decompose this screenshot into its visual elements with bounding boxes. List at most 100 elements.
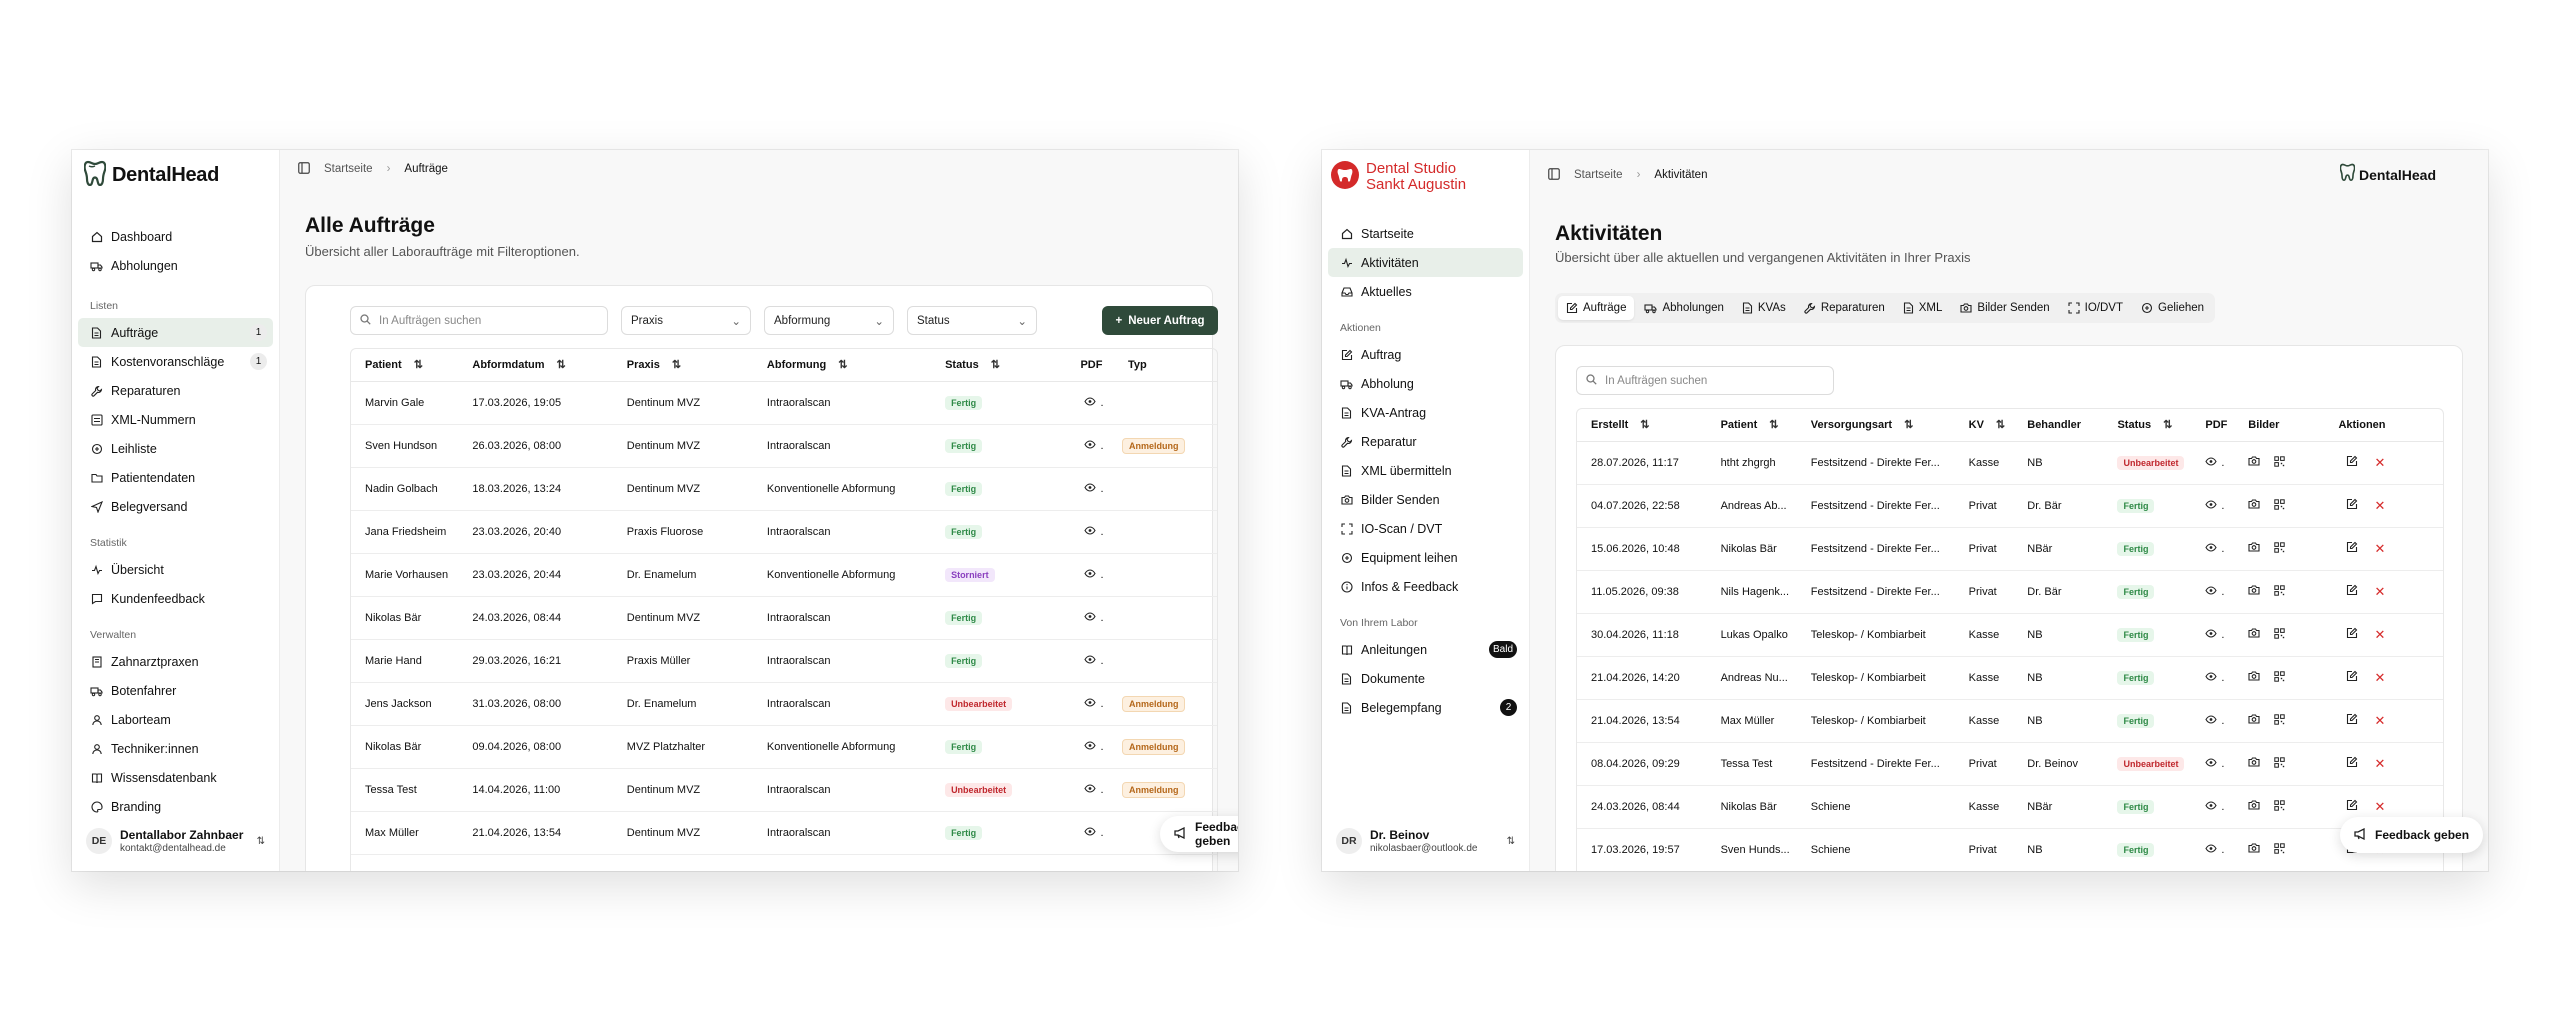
table-row[interactable]: Nikolas Bär 09.04.2026, 08:00 MVZ Platzhal…	[351, 725, 1217, 769]
column-header-versorgungsart[interactable]: Versorgungsart ⇅	[1804, 409, 1963, 442]
table-row[interactable]: 24.03.2026, 08:44 Nikolas Bär Schiene Kasse…	[1577, 785, 2443, 829]
camera-icon[interactable]	[2248, 713, 2260, 725]
breadcrumb-home[interactable]: Startseite	[324, 163, 373, 175]
table-row[interactable]: Jana Friedsheim 23.03.2026, 20:40 Praxis F…	[351, 510, 1217, 554]
table-row[interactable]: Marvin Gale 17.03.2026, 19:05 Dentinum MVZ…	[351, 381, 1217, 425]
eye-icon[interactable]	[1084, 697, 1097, 707]
camera-icon[interactable]	[2248, 627, 2260, 639]
tab-kvas[interactable]: KVAs	[1734, 296, 1794, 320]
table-row[interactable]: 21.04.2026, 13:54 Max Müller Teleskop- / K…	[1577, 699, 2443, 743]
sidebar-toggle-icon[interactable]	[1548, 167, 1560, 183]
camera-icon[interactable]	[2248, 670, 2260, 682]
camera-icon[interactable]	[2248, 541, 2260, 553]
edit-icon[interactable]	[2346, 541, 2358, 553]
eye-icon[interactable]	[2205, 628, 2218, 638]
table-row[interactable]: 17.03.2026, 19:57 Sven Hunds... Schiene Pri…	[1577, 828, 2443, 871]
eye-icon[interactable]	[1084, 740, 1097, 750]
column-header-patient[interactable]: Patient ⇅	[351, 349, 467, 382]
sidebar-item-dashboard[interactable]: Dashboard	[78, 222, 273, 251]
qr-code-icon[interactable]	[2274, 585, 2285, 596]
table-row[interactable]: Sven Hundson 26.03.2026, 08:00 Dentinum MV…	[351, 424, 1217, 468]
sidebar-item-techniker-innen[interactable]: Techniker:innen	[78, 734, 273, 763]
qr-code-icon[interactable]	[2274, 628, 2285, 639]
delete-icon[interactable]: ✕	[2374, 756, 2385, 771]
camera-icon[interactable]	[2248, 756, 2260, 768]
edit-icon[interactable]	[2346, 670, 2358, 682]
table-row[interactable]: 08.04.2026, 09:29 Tessa Test Festsitzend -…	[1577, 742, 2443, 786]
eye-icon[interactable]	[1084, 482, 1097, 492]
sidebar-item-anleitungen[interactable]: Anleitungen Bald	[1328, 635, 1523, 664]
sidebar-item-aktivitaeten[interactable]: Aktivitäten	[1328, 248, 1523, 277]
sidebar-item-wissensdatenbank[interactable]: Wissensdatenbank	[78, 763, 273, 792]
sidebar-item-xml-uebermitteln[interactable]: XML übermitteln	[1328, 456, 1523, 485]
delete-icon[interactable]: ✕	[2374, 455, 2385, 470]
sidebar-item-belegversand[interactable]: Belegversand	[78, 492, 273, 521]
qr-code-icon[interactable]	[2274, 757, 2285, 768]
eye-icon[interactable]	[2205, 714, 2218, 724]
tab-bilder-senden[interactable]: Bilder Senden	[1952, 296, 2057, 320]
sidebar-item-belegempfang[interactable]: Belegempfang 2	[1328, 693, 1523, 722]
filter-praxis[interactable]: Praxis ⌄	[621, 306, 751, 335]
feedback-button[interactable]: Feedback geben	[1160, 816, 1238, 852]
delete-icon[interactable]: ✕	[2374, 799, 2385, 814]
table-row[interactable]: Jens Jackson 31.03.2026, 08:00 Dr. Enamelu…	[351, 682, 1217, 726]
sidebar-item-bilder-senden[interactable]: Bilder Senden	[1328, 485, 1523, 514]
delete-icon[interactable]: ✕	[2374, 713, 2385, 728]
sidebar-item-equipment-leihen[interactable]: Equipment leihen	[1328, 543, 1523, 572]
camera-icon[interactable]	[2248, 842, 2260, 854]
sidebar-item-auftrag[interactable]: Auftrag	[1328, 340, 1523, 369]
qr-code-icon[interactable]	[2274, 800, 2285, 811]
brand-logo[interactable]: Dental Studio Sankt Augustin	[1322, 150, 1529, 204]
brand-logo[interactable]: DentalHead	[72, 150, 279, 200]
table-row[interactable]: Marie Hand 29.03.2026, 16:21 Praxis Müller…	[351, 639, 1217, 683]
sidebar-item-startseite[interactable]: Startseite	[1328, 219, 1523, 248]
sidebar-item-uebersicht[interactable]: Übersicht	[78, 555, 273, 584]
eye-icon[interactable]	[1084, 611, 1097, 621]
edit-icon[interactable]	[2346, 799, 2358, 811]
column-header-praxis[interactable]: Praxis ⇅	[620, 349, 761, 382]
feedback-button[interactable]: Feedback geben	[2340, 817, 2484, 853]
edit-icon[interactable]	[2346, 498, 2358, 510]
search-input[interactable]: In Aufträgen suchen	[350, 306, 608, 335]
sidebar-item-kva-antrag[interactable]: KVA-Antrag	[1328, 398, 1523, 427]
sidebar-item-xml-nummern[interactable]: XML-Nummern	[78, 405, 273, 434]
delete-icon[interactable]: ✕	[2374, 584, 2385, 599]
table-row[interactable]: Marie Vorhausen 23.03.2026, 20:44 Dr. Enam…	[351, 553, 1217, 597]
user-menu[interactable]: DR Dr. Beinov nikolasbaer@outlook.de ⇅	[1328, 821, 1523, 861]
table-row[interactable]: Max Müller 21.04.2026, 13:54 Dentinum MVZ I…	[351, 811, 1217, 855]
camera-icon[interactable]	[2248, 498, 2260, 510]
eye-icon[interactable]	[2205, 542, 2218, 552]
table-row[interactable]: Nadin Golbach 18.03.2026, 13:24 Dentinum M…	[351, 467, 1217, 511]
sidebar-toggle-icon[interactable]	[298, 161, 310, 177]
tab-io-dvt[interactable]: IO/DVT	[2060, 296, 2131, 320]
table-row[interactable]: Tessa Test 14.04.2026, 11:00 Dentinum MVZ I…	[351, 768, 1217, 812]
eye-icon[interactable]	[1084, 568, 1097, 578]
column-header-erstellt[interactable]: Erstellt ⇅	[1577, 409, 1715, 442]
search-input[interactable]: In Aufträgen suchen	[1576, 366, 1834, 395]
qr-code-icon[interactable]	[2274, 456, 2285, 467]
column-header-patient[interactable]: Patient ⇅	[1714, 409, 1805, 442]
edit-icon[interactable]	[2346, 627, 2358, 639]
camera-icon[interactable]	[2248, 584, 2260, 596]
edit-icon[interactable]	[2346, 756, 2358, 768]
qr-code-icon[interactable]	[2274, 714, 2285, 725]
sidebar-item-kostenvoranschlaege[interactable]: Kostenvoranschläge 1	[78, 347, 273, 376]
eye-icon[interactable]	[1084, 654, 1097, 664]
filter-abformung[interactable]: Abformung ⌄	[764, 306, 894, 335]
sidebar-item-botenfahrer[interactable]: Botenfahrer	[78, 676, 273, 705]
eye-icon[interactable]	[2205, 499, 2218, 509]
sidebar-item-infos-feedback[interactable]: Infos & Feedback	[1328, 572, 1523, 601]
user-menu[interactable]: DE Dentallabor Zahnbaer kontakt@dentalhe…	[78, 821, 273, 861]
qr-code-icon[interactable]	[2274, 542, 2285, 553]
sidebar-item-io-scan-dvt[interactable]: IO-Scan / DVT	[1328, 514, 1523, 543]
sidebar-item-leihliste[interactable]: Leihliste	[78, 434, 273, 463]
table-row[interactable]: 15.06.2026, 10:48 Nikolas Bär Festsitzend …	[1577, 527, 2443, 571]
sidebar-item-reparaturen[interactable]: Reparaturen	[78, 376, 273, 405]
sidebar-item-zahnarztpraxen[interactable]: Zahnarztpraxen	[78, 647, 273, 676]
camera-icon[interactable]	[2248, 455, 2260, 467]
eye-icon[interactable]	[1084, 439, 1097, 449]
eye-icon[interactable]	[1084, 396, 1097, 406]
qr-code-icon[interactable]	[2274, 499, 2285, 510]
table-row[interactable]: Nikolas Bär 24.03.2026, 08:44 Dentinum MVZ…	[351, 596, 1217, 640]
edit-icon[interactable]	[2346, 713, 2358, 725]
